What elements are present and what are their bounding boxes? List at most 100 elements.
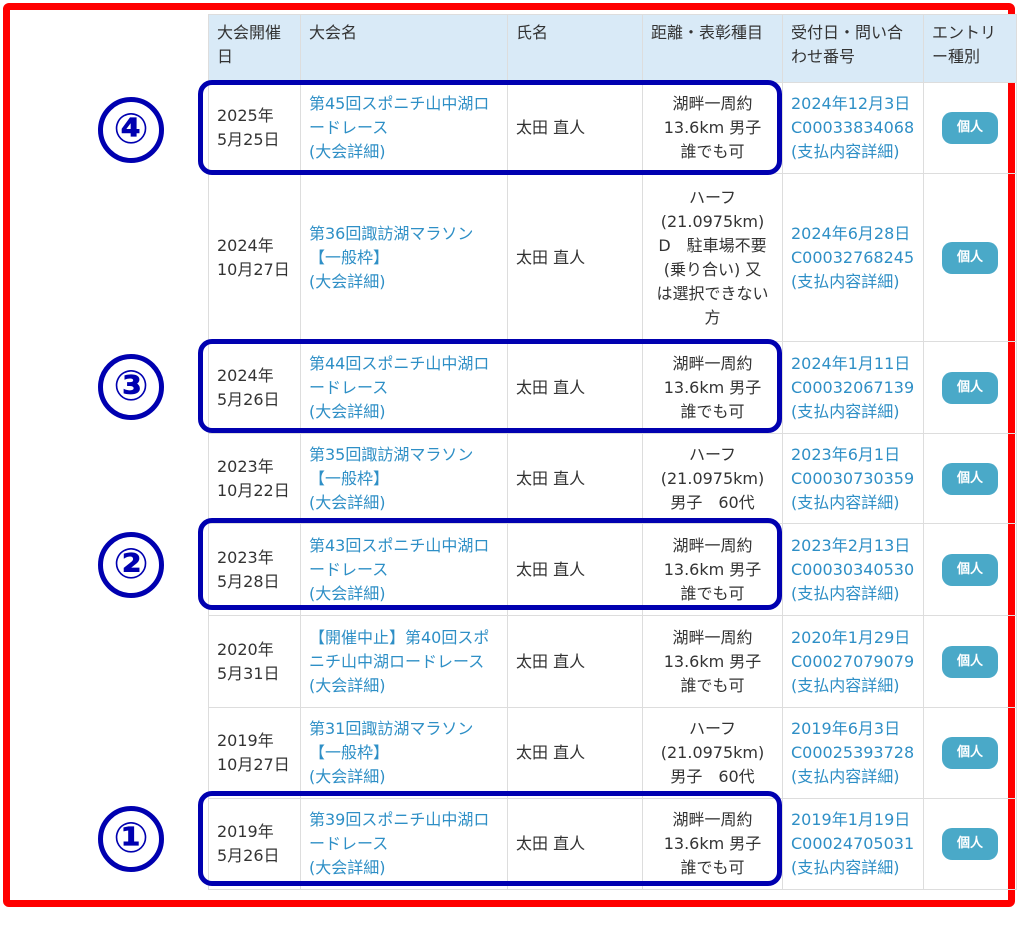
event-name-line[interactable]: ニチ山中湖ロードレース	[309, 650, 499, 674]
entry-type-cell: 個人	[923, 433, 1017, 524]
receipt-date-link[interactable]: 2024年12月3日	[791, 92, 915, 116]
event-cell: 第36回諏訪湖マラソン 【一般枠】 (大会詳細)	[300, 173, 508, 342]
receipt-number-link[interactable]: C00032768245	[791, 246, 915, 270]
entry-type-badge[interactable]: 個人	[942, 462, 998, 495]
receipt-cell: 2023年6月1日 C00030730359 (支払内容詳細)	[782, 433, 924, 524]
receipt-number-link[interactable]: C00032067139	[791, 376, 915, 400]
payment-details-link[interactable]: (支払内容詳細)	[791, 400, 915, 424]
table-row: 2019年 10月27日 第31回諏訪湖マラソン 【一般枠】 (大会詳細) 太田 直人 ハー…	[208, 707, 1017, 799]
event-day: 10月27日	[217, 259, 290, 279]
event-year: 2020年	[217, 639, 274, 659]
distance-line: 男子 60代	[670, 767, 755, 786]
circled-number-marker: ④	[98, 97, 164, 163]
event-name-link[interactable]: 【開催中止】第40回スポ ニチ山中湖ロードレース	[309, 626, 499, 674]
receipt-number-link[interactable]: C00033834068	[791, 116, 915, 140]
receipt-date-link[interactable]: 2024年6月28日	[791, 222, 915, 246]
event-name-line[interactable]: 第31回諏訪湖マラソン	[309, 717, 499, 741]
receipt-cell: 2024年12月3日 C00033834068 (支払内容詳細)	[782, 82, 924, 174]
entry-type-cell: 個人	[923, 173, 1017, 342]
entry-type-cell: 個人	[923, 798, 1017, 890]
participant-name: 太田 直人	[507, 707, 643, 799]
receipt-cell: 2024年6月28日 C00032768245 (支払内容詳細)	[782, 173, 924, 342]
highlight-box	[198, 518, 782, 610]
entry-type-badge[interactable]: 個人	[942, 737, 998, 769]
event-name-line[interactable]: 【一般枠】	[309, 246, 499, 270]
event-name-line[interactable]: 第36回諏訪湖マラソン	[309, 222, 499, 246]
event-date-cell: 2020年 5月31日	[208, 615, 301, 708]
highlight-box	[198, 80, 782, 175]
distance-line: 湖畔一周約	[672, 627, 753, 647]
receipt-cell: 2020年1月29日 C00027079079 (支払内容詳細)	[782, 615, 924, 708]
event-details-link[interactable]: (大会詳細)	[309, 765, 499, 789]
table-row: 2024年 10月27日 第36回諏訪湖マラソン 【一般枠】 (大会詳細) 太田 直人 ハー…	[208, 173, 1017, 342]
payment-details-link[interactable]: (支払内容詳細)	[791, 582, 915, 606]
payment-details-link[interactable]: (支払内容詳細)	[791, 856, 915, 880]
payment-details-link[interactable]: (支払内容詳細)	[791, 491, 915, 515]
event-cell: 第31回諏訪湖マラソン 【一般枠】 (大会詳細)	[300, 707, 508, 799]
distance-cell: ハーフ (21.0975km) 男子 60代	[642, 707, 783, 799]
header-entry-type: エントリー種別	[923, 14, 1017, 83]
entry-type-badge[interactable]: 個人	[942, 645, 998, 678]
distance-line: (21.0975km)	[660, 211, 765, 231]
event-date-cell: 2023年 10月22日	[208, 433, 301, 524]
event-details-link[interactable]: (大会詳細)	[309, 491, 499, 515]
distance-line: ハーフ	[688, 719, 737, 738]
participant-name: 太田 直人	[507, 615, 643, 708]
entry-type-badge[interactable]: 個人	[942, 553, 998, 586]
distance-line: (21.0975km)	[660, 468, 765, 488]
distance-line: ハーフ	[688, 187, 737, 207]
distance-line: (乗り合い) 又	[663, 259, 762, 279]
entry-type-cell: 個人	[923, 707, 1017, 799]
receipt-number-link[interactable]: C00030340530	[791, 558, 915, 582]
event-name-line[interactable]: 【開催中止】第40回スポ	[309, 626, 499, 650]
entry-type-cell: 個人	[923, 82, 1017, 174]
entry-type-cell: 個人	[923, 341, 1017, 434]
entry-type-cell: 個人	[923, 523, 1017, 616]
receipt-number-link[interactable]: C00027079079	[791, 650, 915, 674]
event-day: 10月22日	[217, 480, 290, 500]
payment-details-link[interactable]: (支払内容詳細)	[791, 140, 915, 164]
receipt-number-link[interactable]: C00030730359	[791, 467, 915, 491]
event-name-line[interactable]: 【一般枠】	[309, 467, 499, 491]
receipt-date-link[interactable]: 2019年6月3日	[791, 717, 915, 741]
receipt-date-link[interactable]: 2023年6月1日	[791, 443, 915, 467]
receipt-number-link[interactable]: C00025393728	[791, 741, 915, 765]
receipt-date-link[interactable]: 2020年1月29日	[791, 626, 915, 650]
event-year: 2024年	[217, 235, 274, 255]
receipt-number-link[interactable]: C00024705031	[791, 832, 915, 856]
distance-line: 方	[704, 307, 721, 327]
participant-name: 太田 直人	[507, 433, 643, 524]
event-day: 5月31日	[217, 663, 280, 683]
event-name-link[interactable]: 第31回諏訪湖マラソン 【一般枠】	[309, 717, 499, 765]
event-year: 2023年	[217, 456, 274, 476]
table-row: 2020年 5月31日 【開催中止】第40回スポ ニチ山中湖ロードレース (大会詳細) 太…	[208, 615, 1017, 708]
circled-number-marker: ③	[98, 354, 164, 420]
distance-line: ハーフ	[688, 444, 737, 464]
event-details-link[interactable]: (大会詳細)	[309, 270, 499, 294]
receipt-cell: 2023年2月13日 C00030340530 (支払内容詳細)	[782, 523, 924, 616]
entry-type-badge[interactable]: 個人	[942, 371, 998, 404]
receipt-cell: 2019年6月3日 C00025393728 (支払内容詳細)	[782, 707, 924, 799]
event-name-line[interactable]: 第35回諏訪湖マラソン	[309, 443, 499, 467]
receipt-date-link[interactable]: 2024年1月11日	[791, 352, 915, 376]
distance-cell: ハーフ (21.0975km) 男子 60代	[642, 433, 783, 524]
payment-details-link[interactable]: (支払内容詳細)	[791, 765, 915, 789]
table-row: 2023年 10月22日 第35回諏訪湖マラソン 【一般枠】 (大会詳細) 太田 直人 ハー…	[208, 433, 1017, 524]
entry-type-badge[interactable]: 個人	[942, 828, 998, 860]
event-name-link[interactable]: 第36回諏訪湖マラソン 【一般枠】	[309, 222, 499, 270]
distance-line: 13.6km 男子	[663, 651, 762, 671]
payment-details-link[interactable]: (支払内容詳細)	[791, 674, 915, 698]
event-date-cell: 2019年 10月27日	[208, 707, 301, 799]
header-date: 大会開催日	[208, 14, 301, 83]
entry-type-badge[interactable]: 個人	[942, 241, 998, 274]
event-name-link[interactable]: 第35回諏訪湖マラソン 【一般枠】	[309, 443, 499, 491]
participant-name: 太田 直人	[507, 173, 643, 342]
event-name-line[interactable]: 【一般枠】	[309, 741, 499, 765]
receipt-date-link[interactable]: 2023年2月13日	[791, 534, 915, 558]
payment-details-link[interactable]: (支払内容詳細)	[791, 270, 915, 294]
entry-type-cell: 個人	[923, 615, 1017, 708]
event-details-link[interactable]: (大会詳細)	[309, 674, 499, 698]
circled-number-marker: ①	[98, 806, 164, 872]
entry-type-badge[interactable]: 個人	[942, 112, 998, 144]
receipt-date-link[interactable]: 2019年1月19日	[791, 808, 915, 832]
